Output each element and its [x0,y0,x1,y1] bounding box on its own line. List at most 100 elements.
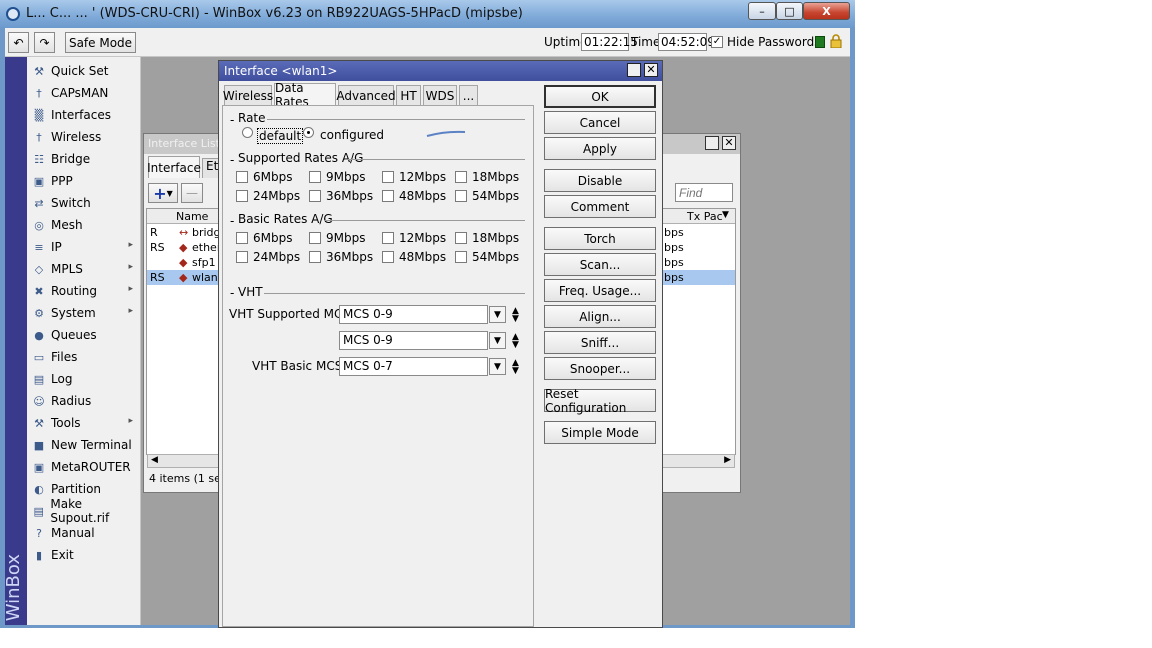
radio-configured-label: configured [320,128,384,142]
supported-rates-checkbox[interactable] [382,171,394,183]
column-menu-icon[interactable]: ▼ [722,210,729,220]
redo-button[interactable]: ↷ [34,32,55,53]
supported-rates-checkbox[interactable] [236,171,248,183]
sidebar-item-routing[interactable]: ✖ Routing ▸ [27,280,141,302]
radio-default[interactable] [242,127,253,138]
apply-button[interactable]: Apply [544,137,656,160]
dialog-titlebar[interactable]: Interface <wlan1> ✕ [219,61,662,81]
tab-wireless[interactable]: Wireless [223,85,273,106]
column-header-tx[interactable]: Tx Pac [687,210,723,223]
sidebar-item-new-terminal[interactable]: ■ New Terminal [27,434,141,456]
restore-icon[interactable] [705,136,719,150]
vht-basic-field[interactable]: MCS 0-7 [339,357,488,376]
basic-rates-checkbox[interactable] [236,232,248,244]
vht-supported-field-1[interactable]: MCS 0-9 [339,305,488,324]
sidebar-item-mpls[interactable]: ◇ MPLS ▸ [27,258,141,280]
scroll-left-icon[interactable]: ◀ [151,455,158,465]
maximize-button[interactable]: □ [776,2,803,20]
basic-rates-checkbox[interactable] [309,232,321,244]
sidebar-item-wireless[interactable]: † Wireless [27,126,141,148]
radio-configured[interactable] [303,127,314,138]
supported-rates-checkbox[interactable] [455,171,467,183]
dropdown-icon[interactable]: ▼ [489,306,506,323]
supported-rates-checkbox[interactable] [455,190,467,202]
basic-rates-checkbox[interactable] [382,251,394,263]
basic-rates-checkbox[interactable] [309,251,321,263]
undo-button[interactable]: ↶ [8,32,29,53]
remove-button[interactable]: — [181,183,203,203]
tab-wds[interactable]: WDS [423,85,457,106]
up-down-icon[interactable]: ▲ ▼ [512,307,519,324]
row-flag: RS [150,271,165,284]
cancel-button[interactable]: Cancel [544,111,656,134]
collapse-supported-icon[interactable]: - [230,153,234,167]
tab-interface[interactable]: Interface [147,156,201,178]
snooper-button[interactable]: Snooper... [544,357,656,380]
quick-set-icon: ⚒ [34,64,44,78]
tab-more[interactable]: ... [459,85,478,106]
torch-button[interactable]: Torch [544,227,656,250]
vht-supported-field-2[interactable]: MCS 0-9 [339,331,488,350]
ok-button[interactable]: OK [544,85,656,108]
sidebar-item-switch[interactable]: ⇄ Switch [27,192,141,214]
supported-rates-checkbox[interactable] [236,190,248,202]
sidebar-item-radius[interactable]: ☺ Radius [27,390,141,412]
sidebar-item-exit[interactable]: ▮ Exit [27,544,141,566]
supported-rates-checkbox[interactable] [309,171,321,183]
interface-type-icon: ◆ [179,241,188,254]
collapse-vht-icon[interactable]: - [230,286,234,300]
freq-usage-button[interactable]: Freq. Usage... [544,279,656,302]
title-bar[interactable]: L... C... ... ' (WDS-CRU-CRI) - WinBox v… [0,0,855,28]
dropdown-icon[interactable]: ▼ [489,358,506,375]
restore-icon[interactable] [627,63,641,77]
sidebar-item-files[interactable]: ▭ Files [27,346,141,368]
sidebar-item-quick-set[interactable]: ⚒ Quick Set [27,60,141,82]
sidebar-item-interfaces[interactable]: ▒ Interfaces [27,104,141,126]
tab-advanced[interactable]: Advanced [336,85,396,106]
sidebar-item-capsman[interactable]: † CAPsMAN [27,82,141,104]
scroll-right-icon[interactable]: ▶ [724,455,731,465]
tab-data-rates[interactable]: Data Rates [274,81,336,109]
scan-button[interactable]: Scan... [544,253,656,276]
reset-configuration-button[interactable]: Reset Configuration [544,387,656,415]
hide-passwords-checkbox[interactable]: ✓ [711,36,723,48]
basic-rates-checkbox[interactable] [455,232,467,244]
sidebar-item-log[interactable]: ▤ Log [27,368,141,390]
collapse-basic-icon[interactable]: - [230,214,234,228]
up-down-icon[interactable]: ▲ ▼ [512,359,519,376]
basic-rates-checkbox[interactable] [382,232,394,244]
sidebar-item-make-supout-rif[interactable]: ▤ Make Supout.rif [27,497,141,525]
column-header-name[interactable]: Name [176,210,208,223]
tab-ht[interactable]: HT [396,85,421,106]
basic-rates-checkbox[interactable] [236,251,248,263]
close-icon[interactable]: ✕ [644,63,658,77]
basic-rates-checkbox[interactable] [455,251,467,263]
disable-button[interactable]: Disable [544,169,656,192]
add-button[interactable]: + ▼ [148,183,178,203]
sidebar-item-mesh[interactable]: ◎ Mesh [27,214,141,236]
comment-button[interactable]: Comment [544,195,656,218]
close-button[interactable]: X [803,2,850,20]
switch-icon: ⇄ [34,196,44,210]
safe-mode-button[interactable]: Safe Mode [65,32,136,53]
sidebar-item-bridge[interactable]: ☷ Bridge [27,148,141,170]
up-down-icon[interactable]: ▲ ▼ [512,333,519,350]
minimize-button[interactable]: – [748,2,776,20]
sniff-button[interactable]: Sniff... [544,331,656,354]
dropdown-icon[interactable]: ▼ [489,332,506,349]
sidebar-item-ip[interactable]: ≡ IP ▸ [27,236,141,258]
sidebar-item-system[interactable]: ⚙ System ▸ [27,302,141,324]
sidebar-item-manual[interactable]: ? Manual [27,522,141,544]
sidebar-item-tools[interactable]: ⚒ Tools ▸ [27,412,141,434]
close-icon[interactable]: ✕ [722,136,736,150]
simple-mode-button[interactable]: Simple Mode [544,421,656,444]
collapse-rate-icon[interactable]: - [230,113,234,127]
supported-rates-checkbox[interactable] [382,190,394,202]
sidebar-item-metarouter[interactable]: ▣ MetaROUTER [27,456,141,478]
supported-rates-checkbox[interactable] [309,190,321,202]
supported-rates-label: 36Mbps [326,189,374,203]
find-input[interactable] [675,183,733,202]
sidebar-item-queues[interactable]: ● Queues [27,324,141,346]
sidebar-item-ppp[interactable]: ▣ PPP [27,170,141,192]
align-button[interactable]: Align... [544,305,656,328]
